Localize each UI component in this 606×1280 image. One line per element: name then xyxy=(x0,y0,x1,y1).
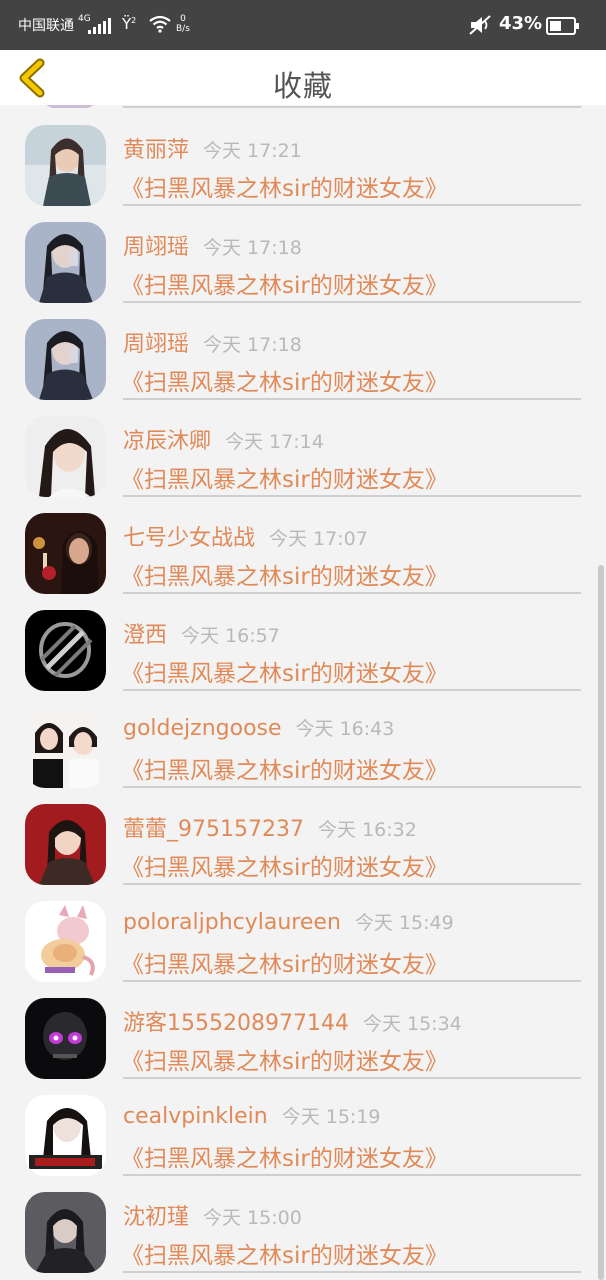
user-name: 游客1555208977144 xyxy=(123,1011,349,1036)
avatar xyxy=(25,416,106,497)
list-item[interactable]: 凉辰沐卿 今天 17:14 《扫黑风暴之林sir的财迷女友》 xyxy=(0,396,606,497)
avatar xyxy=(25,804,106,885)
avatar xyxy=(25,222,106,303)
avatar xyxy=(25,125,106,206)
user-name: 七号少女战战 xyxy=(123,526,256,551)
list-item[interactable]: 周翊瑶 今天 17:18 《扫黑风暴之林sir的财迷女友》 xyxy=(0,202,606,303)
signal-icon xyxy=(88,18,111,34)
net-speed-unit: B/s xyxy=(176,24,190,34)
list-item[interactable]: 黄丽萍 今天 17:21 《扫黑风暴之林sir的财迷女友》 xyxy=(0,105,606,206)
novel-title[interactable]: 《扫黑风暴之林sir的财迷女友》 xyxy=(121,654,448,688)
timestamp: 今天 17:21 xyxy=(203,140,302,162)
timestamp: 今天 17:18 xyxy=(203,237,302,259)
timestamp: 今天 16:57 xyxy=(181,625,280,647)
timestamp: 今天 15:34 xyxy=(362,1013,462,1035)
list-item[interactable]: 周翊瑶 今天 17:18 《扫黑风暴之林sir的财迷女友》 xyxy=(0,299,606,400)
list-item[interactable]: 七号少女战战 今天 17:07 《扫黑风暴之林sir的财迷女友》 xyxy=(0,493,606,594)
avatar xyxy=(25,610,106,691)
novel-title[interactable]: 《扫黑风暴之林sir的财迷女友》 xyxy=(121,848,448,882)
page-title: 收藏 xyxy=(272,69,333,103)
timestamp: 今天 17:18 xyxy=(203,334,302,356)
novel-title[interactable]: 《扫黑风暴之林sir的财迷女友》 xyxy=(121,169,448,203)
novel-title[interactable]: 《扫黑风暴之林sir的财迷女友》 xyxy=(121,266,448,300)
timestamp: 今天 15:49 xyxy=(354,912,454,934)
novel-title[interactable]: 《扫黑风暴之林sir的财迷女友》 xyxy=(121,363,448,397)
avatar xyxy=(25,998,106,1079)
timestamp: 今天 15:19 xyxy=(281,1106,381,1128)
net-speed-value: 0 xyxy=(180,14,186,24)
carrier-label: 中国联通 xyxy=(18,18,74,34)
user-name: 蕾蕾_975157237 xyxy=(123,817,304,842)
novel-title[interactable]: 《扫黑风暴之林sir的财迷女友》 xyxy=(121,945,448,979)
list-item[interactable]: 蕾蕾_975157237 今天 16:32 《扫黑风暴之林sir的财迷女友》 xyxy=(0,784,606,885)
novel-title[interactable]: 《扫黑风暴之林sir的财迷女友》 xyxy=(121,1139,448,1173)
sim2-signal-icon: Ÿ2 xyxy=(122,15,137,33)
avatar xyxy=(25,319,106,400)
mute-icon xyxy=(469,15,491,35)
novel-title[interactable]: 《扫黑风暴之林sir的财迷女友》 xyxy=(121,557,448,591)
user-name: cealvpinklein xyxy=(123,1104,268,1129)
user-name: 澄西 xyxy=(123,623,168,648)
avatar xyxy=(25,513,106,594)
avatar xyxy=(25,901,106,982)
list-item[interactable]: goldejzngoose 今天 16:43 《扫黑风暴之林sir的财迷女友》 xyxy=(0,687,606,788)
user-name: goldejzngoose xyxy=(123,716,282,741)
timestamp: 今天 15:00 xyxy=(203,1207,302,1229)
app-header: 收藏 xyxy=(0,50,606,105)
timestamp: 今天 16:43 xyxy=(295,718,395,740)
battery-icon xyxy=(546,17,579,35)
timestamp: 今天 16:32 xyxy=(317,819,417,841)
user-name: 周翊瑶 xyxy=(123,235,190,260)
user-name: 周翊瑶 xyxy=(123,332,190,357)
sim2-label: 2 xyxy=(131,16,137,25)
list-item[interactable]: 沈初瑾 今天 15:00 《扫黑风暴之林sir的财迷女友》 xyxy=(0,1172,606,1273)
list-item[interactable]: 游客1555208977144 今天 15:34 《扫黑风暴之林sir的财迷女友》 xyxy=(0,978,606,1079)
novel-title[interactable]: 《扫黑风暴之林sir的财迷女友》 xyxy=(121,460,448,494)
user-name: 沈初瑾 xyxy=(123,1205,190,1230)
net-speed: 0 B/s xyxy=(176,14,190,34)
divider xyxy=(123,1271,581,1273)
novel-title[interactable]: 《扫黑风暴之林sir的财迷女友》 xyxy=(121,1236,448,1270)
list-item[interactable]: cealvpinklein 今天 15:19 《扫黑风暴之林sir的财迷女友》 xyxy=(0,1075,606,1176)
user-name: 凉辰沐卿 xyxy=(123,429,212,454)
user-name: 黄丽萍 xyxy=(123,138,190,163)
timestamp: 今天 17:14 xyxy=(225,431,324,453)
wifi-icon xyxy=(149,15,171,33)
user-name: poloraljphcylaureen xyxy=(123,910,341,935)
novel-title[interactable]: 《扫黑风暴之林sir的财迷女友》 xyxy=(121,1042,448,1076)
novel-title[interactable]: 《扫黑风暴之林sir的财迷女友》 xyxy=(121,751,448,785)
scrollbar[interactable] xyxy=(598,565,604,1280)
list-item[interactable]: poloraljphcylaureen 今天 15:49 《扫黑风暴之林sir的财… xyxy=(0,881,606,982)
avatar xyxy=(25,1192,106,1273)
avatar xyxy=(25,1095,106,1176)
battery-percent: 43% xyxy=(499,13,543,34)
timestamp: 今天 17:07 xyxy=(269,528,368,550)
avatar xyxy=(25,707,106,788)
status-bar: 中国联通 4G Ÿ2 0 B/s 43% xyxy=(0,0,606,50)
list-item[interactable]: 澄西 今天 16:57 《扫黑风暴之林sir的财迷女友》 xyxy=(0,590,606,691)
